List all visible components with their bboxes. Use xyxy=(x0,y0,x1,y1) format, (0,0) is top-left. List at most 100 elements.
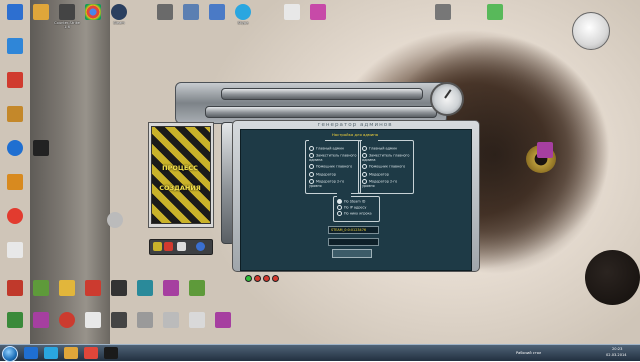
option-left-2[interactable]: Заместитель главного админа xyxy=(309,153,357,162)
pressure-gauge xyxy=(430,82,464,116)
app-icon xyxy=(183,4,199,20)
clock-gadget[interactable] xyxy=(572,12,610,50)
status-led-green xyxy=(245,275,252,282)
winrar-icon xyxy=(537,142,553,158)
radio-icon xyxy=(337,205,342,210)
settings-title: Настройка для админа xyxy=(331,132,379,137)
app-icon xyxy=(137,280,153,296)
radio-icon xyxy=(337,199,342,204)
desktop-icon-steam[interactable]: Steam xyxy=(104,4,134,25)
desktop-icon-left-7[interactable] xyxy=(0,208,30,225)
id-group-label xyxy=(337,193,351,197)
radio-icon xyxy=(362,164,367,169)
desktop-icon-right-1[interactable] xyxy=(530,142,560,159)
desktop-toolbar-label[interactable]: Рабочий стол xyxy=(516,351,541,355)
group-left-label xyxy=(309,137,325,141)
app-icon xyxy=(85,280,101,296)
computer-icon xyxy=(7,4,23,20)
group-right-label xyxy=(362,137,378,141)
password-field[interactable] xyxy=(328,238,379,246)
option-nick[interactable]: По нику игрока xyxy=(337,211,372,216)
option-left-5[interactable]: Модератор 2-го уровня xyxy=(309,179,357,188)
steam-icon xyxy=(111,4,127,20)
lemur-nose xyxy=(585,250,640,305)
app-icon xyxy=(7,174,23,190)
option-left-3[interactable]: Помощник главного xyxy=(309,164,352,169)
taskbar-yandex-icon[interactable] xyxy=(84,347,98,359)
app-icon xyxy=(7,140,23,156)
document-icon xyxy=(7,242,23,258)
option-right-2[interactable]: Заместитель главного админа xyxy=(362,153,410,162)
taskbar-explorer-icon[interactable] xyxy=(64,347,78,359)
desktop-icon-left-8[interactable] xyxy=(0,242,30,259)
app-icon xyxy=(111,280,127,296)
option-right-4[interactable]: Модератор xyxy=(362,172,389,177)
radio-icon xyxy=(337,211,342,216)
taskbar-ie-icon[interactable] xyxy=(24,347,38,359)
app-icon xyxy=(137,312,153,328)
desktop-icon-left-1[interactable] xyxy=(0,38,30,55)
app-icon xyxy=(487,4,503,20)
app-icon xyxy=(7,72,23,88)
app-icon xyxy=(59,312,75,328)
desktop-icon-left-5[interactable] xyxy=(26,140,56,157)
close-icon[interactable] xyxy=(164,242,173,251)
creation-label: СОЗДАНИЯ xyxy=(159,184,201,192)
app-icon xyxy=(7,106,23,122)
document-icon xyxy=(284,4,300,20)
app-icon xyxy=(157,4,173,20)
radio-icon xyxy=(309,164,314,169)
skype-icon xyxy=(235,4,251,20)
option-ip[interactable]: По IP адресу xyxy=(337,205,366,210)
app-icon xyxy=(7,280,23,296)
bottom-toolbar xyxy=(149,239,213,255)
option-steam-id[interactable]: По Steam ID xyxy=(337,199,365,204)
option-left-1[interactable]: Главный админ xyxy=(309,146,344,151)
taskbar-skype-icon[interactable] xyxy=(44,347,58,359)
status-led-red xyxy=(254,275,261,282)
option-right-1[interactable]: Главный админ xyxy=(362,146,397,151)
counter-strike-icon xyxy=(59,4,75,20)
image-file-icon xyxy=(435,4,451,20)
option-left-4[interactable]: Модератор xyxy=(309,172,336,177)
avatar-icon[interactable] xyxy=(177,242,186,251)
taskbar-app-icon[interactable] xyxy=(104,347,118,359)
middle-pipe xyxy=(205,106,437,118)
app-icon xyxy=(107,212,123,228)
document-icon xyxy=(85,312,101,328)
desktop-icon-left-3[interactable] xyxy=(0,106,30,123)
app-icon xyxy=(209,4,225,20)
app-icon xyxy=(163,312,179,328)
document-icon xyxy=(189,312,205,328)
chrome-icon xyxy=(85,4,101,20)
taskbar: Рабочий стол 20:23 02.03.2014 xyxy=(0,344,640,362)
counter-strike-icon xyxy=(111,312,127,328)
field2-label xyxy=(330,234,350,237)
help-icon[interactable] xyxy=(196,242,205,251)
app-icon xyxy=(59,280,75,296)
desktop-icon-image-file[interactable] xyxy=(428,4,458,21)
option-right-3[interactable]: Помощник главного xyxy=(362,164,405,169)
winrar-icon xyxy=(215,312,231,328)
create-button[interactable] xyxy=(332,249,372,258)
desktop-icon-app4[interactable] xyxy=(480,4,510,21)
desktop-icon-skype[interactable]: Skype xyxy=(228,4,258,25)
minecraft-icon xyxy=(33,280,49,296)
radio-icon xyxy=(309,172,314,177)
folder-icon[interactable] xyxy=(153,242,162,251)
desktop-icon-left-6[interactable] xyxy=(0,174,30,191)
app-icon xyxy=(7,312,23,328)
top-pipe xyxy=(221,88,423,100)
app-icon xyxy=(33,140,49,156)
option-right-5[interactable]: Модератор 2-го уровня xyxy=(362,179,410,188)
desktop-icon-c9[interactable] xyxy=(208,312,238,329)
radio-icon xyxy=(362,146,367,151)
app-icon xyxy=(7,208,23,224)
admin-generator-window: ПРОЦЕСС СОЗДАНИЯ генератор админов Настр… xyxy=(148,82,480,284)
desktop-icon-mid-1[interactable] xyxy=(100,212,130,229)
desktop-icon-left-2[interactable] xyxy=(0,72,30,89)
steam-id-field[interactable]: STEAM_0:0:0123476 xyxy=(328,226,379,234)
desktop-icon-paint[interactable] xyxy=(303,4,333,21)
clock-time[interactable]: 20:23 xyxy=(612,347,622,351)
clock-date[interactable]: 02.03.2014 xyxy=(606,353,627,357)
